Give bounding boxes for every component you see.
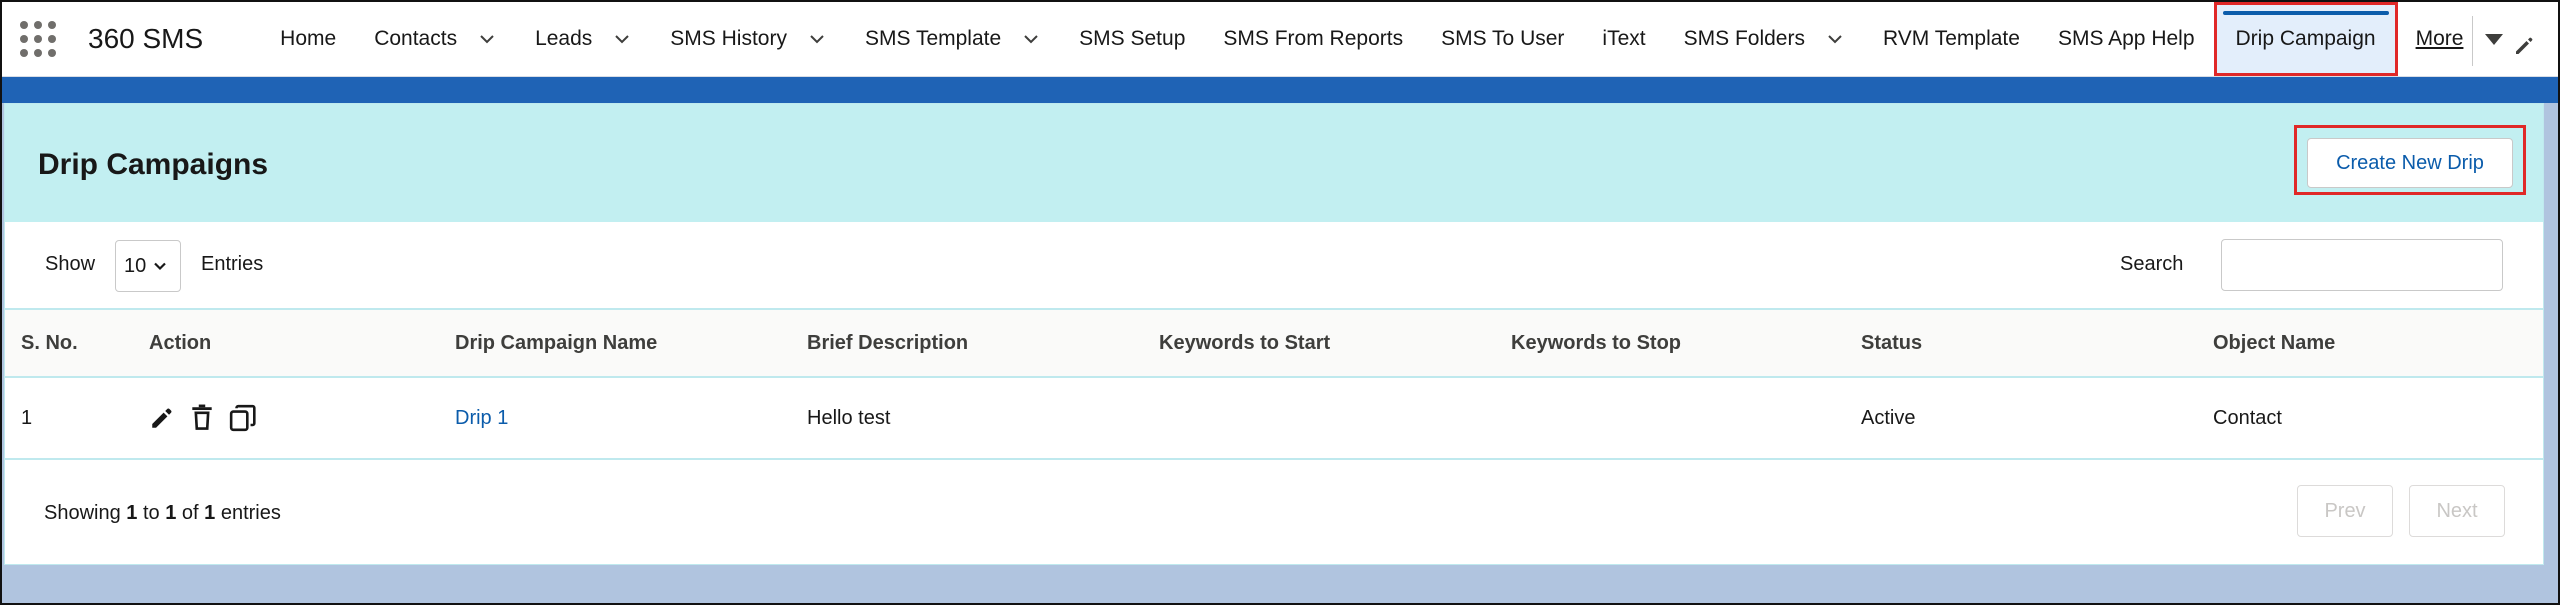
search-input[interactable] — [2221, 239, 2503, 291]
card-header: Drip Campaigns Create New Drip — [5, 104, 2543, 222]
entries-summary: Showing 1 to 1 of 1 entries — [44, 502, 281, 525]
summary-prefix: Showing — [44, 502, 121, 524]
tab-label: SMS Template — [864, 27, 1002, 50]
tab-sms-setup[interactable]: SMS Setup — [1060, 2, 1204, 76]
tab-home[interactable]: Home — [261, 2, 355, 76]
column-header: Brief Description — [791, 308, 1143, 378]
chevron-down-icon — [154, 262, 167, 271]
page-size-value: 10 — [124, 254, 147, 277]
column-header: Keywords to Stop — [1495, 308, 1845, 378]
column-header: Status — [1845, 308, 2197, 378]
summary-total: 1 — [204, 502, 216, 524]
tab-label: SMS History — [670, 27, 787, 50]
tab-label: SMS To User — [1441, 27, 1565, 50]
search-label: Search — [2120, 253, 2184, 275]
drip-campaigns-card: Drip Campaigns Create New Drip Show 10 E… — [4, 103, 2544, 565]
entries-label: Entries — [201, 253, 264, 275]
cell-actions — [133, 377, 439, 460]
app-frame: 360 SMS Home Contacts Leads SMS History … — [0, 0, 2560, 605]
trash-icon[interactable] — [189, 404, 215, 432]
tab-label: SMS Setup — [1079, 27, 1186, 50]
tab-label: SMS From Reports — [1223, 27, 1404, 50]
table-row: 1 Drip 1 Hello test Active Contact — [5, 377, 2543, 460]
create-new-drip-button[interactable]: Create New Drip — [2307, 138, 2513, 188]
page-title: Drip Campaigns — [38, 148, 269, 181]
summary-from: 1 — [126, 502, 138, 524]
tab-contacts[interactable]: Contacts — [355, 2, 516, 76]
column-header: Object Name — [2197, 308, 2543, 378]
page-size-select[interactable]: 10 — [115, 240, 181, 292]
tab-rvm-template[interactable]: RVM Template — [1864, 2, 2039, 76]
column-header: Keywords to Start — [1143, 308, 1495, 378]
tab-sms-to-user[interactable]: SMS To User — [1422, 2, 1583, 76]
copy-icon[interactable] — [229, 404, 257, 432]
cell-drip-name: Drip 1 — [439, 377, 791, 460]
next-button[interactable]: Next — [2409, 485, 2505, 537]
tab-label: Home — [280, 27, 337, 50]
tab-drip-campaign[interactable]: Drip Campaign — [2213, 2, 2398, 76]
tab-sms-from-reports[interactable]: SMS From Reports — [1204, 2, 1422, 76]
chevron-down-icon[interactable] — [1825, 29, 1845, 49]
tab-sms-app-help[interactable]: SMS App Help — [2039, 2, 2214, 76]
drip-campaigns-table: S. No. Action Drip Campaign Name Brief D… — [5, 308, 2543, 460]
chevron-down-icon[interactable] — [477, 29, 497, 49]
summary-to-word: to — [142, 502, 160, 524]
pencil-icon[interactable] — [2512, 34, 2536, 58]
chevron-down-icon[interactable] — [807, 29, 827, 49]
nav-more-menu[interactable]: More — [2398, 2, 2522, 76]
tab-label: Drip Campaign — [2235, 27, 2376, 50]
tab-label: SMS Folders — [1683, 27, 1805, 50]
cell-keywords-stop — [1495, 377, 1845, 460]
tab-label: iText — [1602, 27, 1646, 50]
chevron-down-icon[interactable] — [1021, 29, 1041, 49]
brand-band — [2, 77, 2558, 103]
tab-label: Contacts — [374, 27, 458, 50]
app-launcher-icon[interactable] — [20, 21, 56, 57]
summary-suffix: entries — [220, 502, 281, 524]
tab-leads[interactable]: Leads — [516, 2, 651, 76]
nav-divider — [2472, 16, 2473, 66]
prev-button[interactable]: Prev — [2297, 485, 2393, 537]
cell-description: Hello test — [791, 377, 1143, 460]
tab-itext[interactable]: iText — [1583, 2, 1664, 76]
more-label: More — [2415, 27, 2464, 50]
nav-tabs: Home Contacts Leads SMS History SMS Temp… — [261, 2, 2521, 76]
app-name: 360 SMS — [88, 23, 204, 54]
table-header-row: S. No. Action Drip Campaign Name Brief D… — [5, 308, 2543, 378]
column-header: S. No. — [5, 308, 133, 378]
summary-to: 1 — [165, 502, 177, 524]
tab-sms-history[interactable]: SMS History — [651, 2, 846, 76]
caret-down-icon — [2485, 33, 2504, 45]
tab-sms-template[interactable]: SMS Template — [846, 2, 1060, 76]
tab-label: SMS App Help — [2057, 27, 2195, 50]
cell-sno: 1 — [5, 377, 133, 460]
tab-label: Leads — [535, 27, 593, 50]
table-controls: Show 10 Entries Search — [5, 222, 2543, 308]
drip-name-link[interactable]: Drip 1 — [455, 407, 508, 429]
tab-label: RVM Template — [1882, 27, 2020, 50]
column-header: Action — [133, 308, 439, 378]
summary-of-word: of — [181, 502, 199, 524]
table-footer: Showing 1 to 1 of 1 entries Prev Next — [5, 460, 2543, 564]
cell-object-name: Contact — [2197, 377, 2543, 460]
tab-sms-folders[interactable]: SMS Folders — [1665, 2, 1864, 76]
show-label: Show — [45, 253, 96, 275]
pencil-icon[interactable] — [149, 405, 175, 431]
column-header: Drip Campaign Name — [439, 308, 791, 378]
chevron-down-icon[interactable] — [612, 29, 632, 49]
cell-status: Active — [1845, 377, 2197, 460]
cell-keywords-start — [1143, 377, 1495, 460]
global-nav: 360 SMS Home Contacts Leads SMS History … — [2, 2, 2558, 77]
